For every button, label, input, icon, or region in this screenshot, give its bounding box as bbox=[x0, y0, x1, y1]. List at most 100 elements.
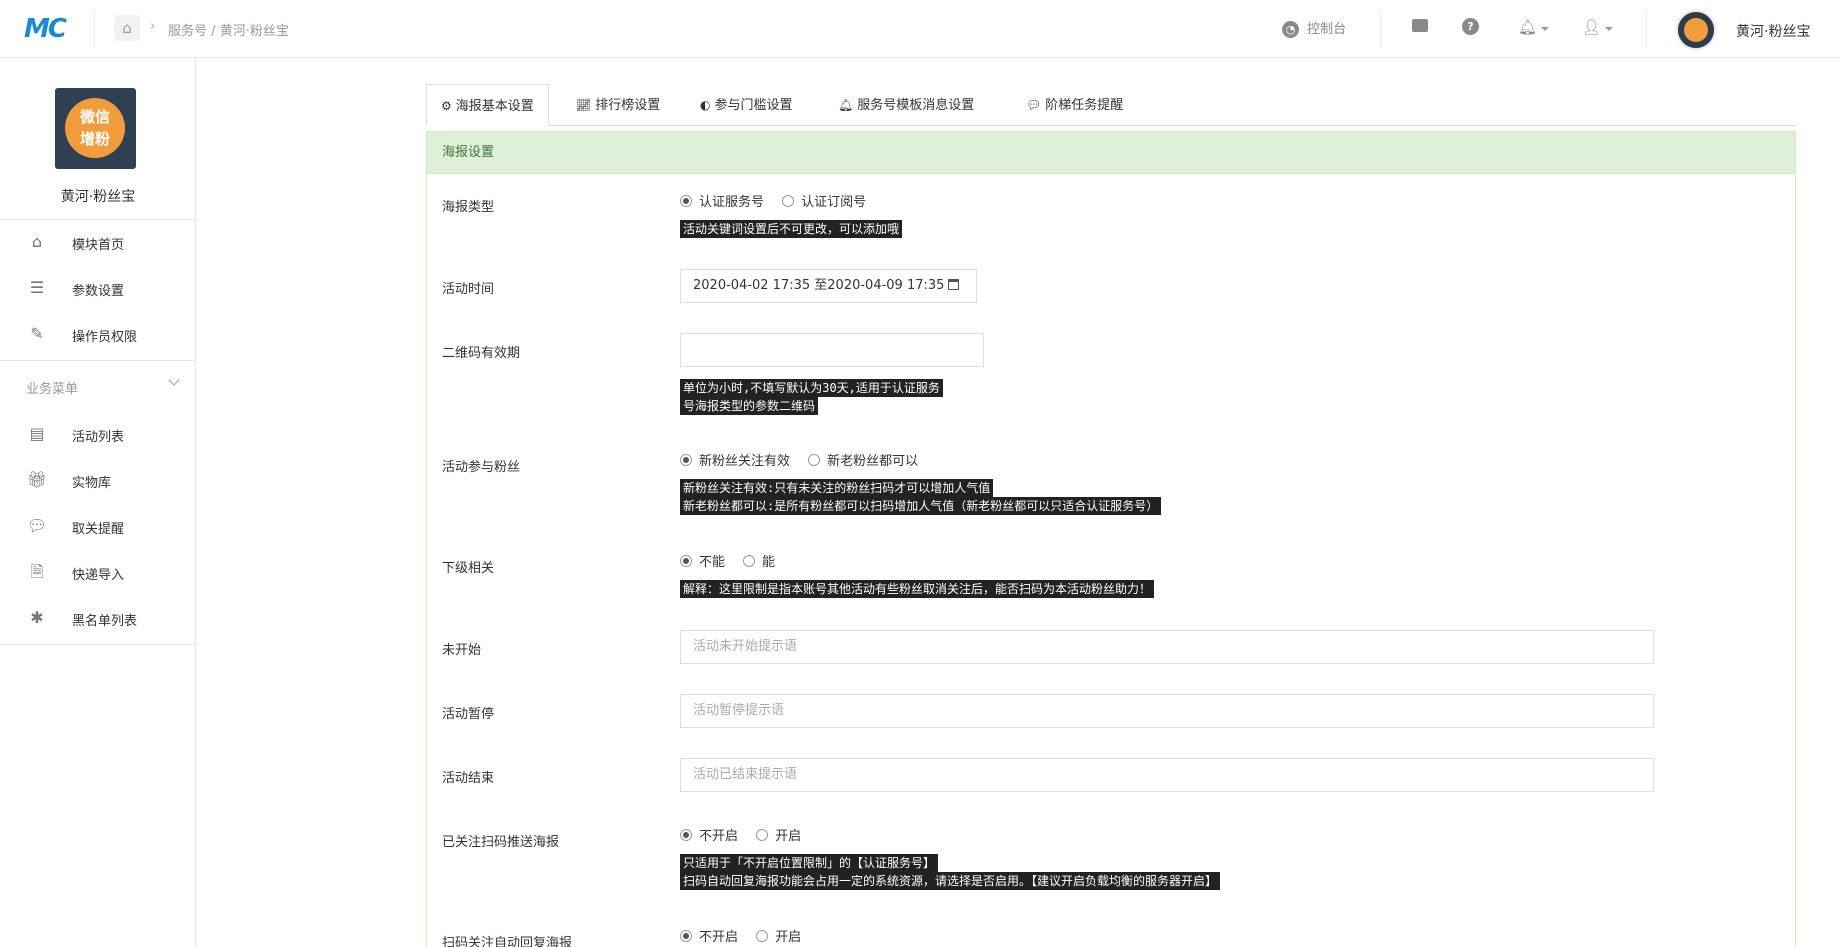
radio-button[interactable] bbox=[756, 930, 769, 942]
radio-button[interactable] bbox=[743, 555, 756, 567]
tab-threshold[interactable]: ◐ 参与门槛设置 bbox=[686, 84, 807, 126]
console-link[interactable]: ◔ 控制台 bbox=[1282, 18, 1346, 38]
radio-button[interactable] bbox=[680, 930, 692, 942]
avatar-text-line1: 微信 bbox=[79, 108, 110, 126]
radio-option[interactable]: 能 bbox=[743, 555, 775, 570]
sidebar-item-params[interactable]: ☰ 参数设置 bbox=[0, 268, 196, 308]
auto-reply-label: 扫码关注自动回复海报 bbox=[442, 936, 573, 947]
tab-label: 排行榜设置 bbox=[595, 98, 661, 113]
radio-button[interactable] bbox=[680, 454, 692, 466]
divider bbox=[94, 10, 95, 48]
radio-option[interactable]: 开启 bbox=[756, 930, 801, 945]
tab-label: 海报基本设置 bbox=[455, 99, 534, 114]
hint-text: 活动关键词设置后不可更改，可以添加哦 bbox=[680, 220, 903, 238]
radio-option[interactable]: 新粉丝关注有效 bbox=[680, 454, 790, 469]
chevron-down-icon bbox=[1605, 26, 1614, 31]
sidebar-item-label: 操作员权限 bbox=[72, 330, 138, 345]
tab-leaderboard[interactable]: 📈︎ 排行榜设置 bbox=[562, 84, 674, 126]
sidebar-item-operators[interactable]: ✎ 操作员权限 bbox=[0, 314, 196, 354]
hint-text: 单位为小时,不填写默认为30天,适用于认证服务 bbox=[680, 379, 943, 397]
sidebar-item-gift-library[interactable]: 🎁︎ 实物库 bbox=[0, 460, 196, 500]
hint-text: 新老粉丝都可以:是所有粉丝都可以扫码增加人气值（新老粉丝都可以只适合认证服务号） bbox=[680, 497, 1162, 515]
user-icon: 👤︎ bbox=[1582, 18, 1602, 36]
sidebar: 微信 增粉 黄河·粉丝宝 ⌂ 模块首页 ☰ 参数设置 ✎ 操作员权限 业务菜单 … bbox=[0, 58, 196, 947]
activity-time-picker[interactable]: 2020-04-02 17:35 至2020-04-09 17:35 bbox=[680, 269, 977, 303]
sidebar-item-express-import[interactable]: 🗎 快递导入 bbox=[0, 552, 196, 592]
divider bbox=[0, 644, 196, 645]
participants-radio-group: 新粉丝关注有效 新老粉丝都可以 bbox=[680, 450, 932, 469]
sidebar-item-unfollow-reminder[interactable]: 💬︎ 取关提醒 bbox=[0, 506, 196, 546]
poster-type-label: 海报类型 bbox=[442, 200, 495, 215]
tab-template-message[interactable]: 🔔︎ 服务号模板消息设置 bbox=[824, 84, 988, 126]
radio-button[interactable] bbox=[756, 829, 769, 841]
qr-validity-label: 二维码有效期 bbox=[442, 346, 521, 361]
radio-option[interactable]: 认证服务号 bbox=[680, 195, 764, 210]
bell-icon: 🔔︎ bbox=[838, 98, 854, 112]
ended-label: 活动结束 bbox=[442, 771, 495, 786]
radio-option[interactable]: 新老粉丝都可以 bbox=[808, 454, 918, 469]
avatar-badge bbox=[1684, 18, 1708, 42]
radio-label: 能 bbox=[762, 555, 776, 570]
console-label: 控制台 bbox=[1307, 22, 1347, 37]
tab-poster-basic[interactable]: ⚙ 海报基本设置 bbox=[426, 84, 549, 126]
user-name[interactable]: 黄河·粉丝宝 bbox=[1736, 21, 1810, 41]
tab-ladder-task[interactable]: 💬︎ 阶梯任务提醒 bbox=[1012, 84, 1137, 126]
sidebar-item-module-home[interactable]: ⌂ 模块首页 bbox=[0, 222, 196, 262]
chevron-down-icon bbox=[1541, 26, 1550, 31]
sidebar-group-label[interactable]: 业务菜单 bbox=[26, 378, 78, 397]
user-menu-button[interactable]: 👤︎ bbox=[1582, 18, 1614, 36]
radio-button[interactable] bbox=[680, 195, 692, 207]
ended-input[interactable]: 活动已结束提示语 bbox=[680, 758, 1654, 792]
radio-button[interactable] bbox=[680, 829, 692, 841]
qr-validity-input[interactable] bbox=[680, 333, 984, 367]
account-name: 黄河·粉丝宝 bbox=[60, 189, 136, 205]
divider bbox=[1380, 10, 1381, 48]
settings-tabs: ⚙ 海报基本设置 📈︎ 排行榜设置 ◐ 参与门槛设置 🔔︎ 服务号模板消息设置 💬︎ 阶梯… bbox=[426, 84, 1796, 126]
participants-hint: 新粉丝关注有效:只有未关注的粉丝扫码才可以增加人气值 新老粉丝都可以:是所有粉丝… bbox=[680, 479, 1162, 515]
home-icon[interactable]: ⌂ bbox=[114, 15, 140, 41]
hint-text: 只适用于「不开启位置限制」的【认证服务号】 bbox=[680, 854, 939, 872]
sidebar-item-label: 快递导入 bbox=[72, 568, 125, 583]
radio-label: 认证订阅号 bbox=[801, 195, 867, 210]
top-bar: MC ⌂ › 服务号 / 黄河·粉丝宝 ◔ 控制台 ? 🔔︎ 👤︎ 黄河·粉丝宝 bbox=[0, 0, 1840, 58]
tab-label: 参与门槛设置 bbox=[714, 98, 793, 113]
hint-text: 扫码自动回复海报功能会占用一定的系统资源，请选择是否启用。【建议开启负载均衡的服… bbox=[680, 872, 1221, 890]
avatar[interactable] bbox=[1676, 10, 1716, 50]
chat-icon: 💬︎ bbox=[26, 516, 48, 535]
not-started-input[interactable]: 活动未开始提示语 bbox=[680, 630, 1654, 664]
radio-label: 不能 bbox=[699, 555, 726, 570]
sidebar-item-label: 黑名单列表 bbox=[72, 614, 138, 629]
chevron-down-icon[interactable] bbox=[168, 374, 180, 386]
notifications-button[interactable]: 🔔︎ bbox=[1518, 18, 1550, 36]
store-button[interactable] bbox=[1412, 19, 1428, 36]
gift-icon: 🎁︎ bbox=[26, 470, 48, 489]
poster-type-radio-group: 认证服务号 认证订阅号 bbox=[680, 191, 880, 210]
sidebar-item-label: 模块首页 bbox=[72, 238, 125, 253]
edit-doc-icon: ✎ bbox=[30, 324, 44, 343]
radio-option[interactable]: 不开启 bbox=[680, 829, 738, 844]
help-button[interactable]: ? bbox=[1462, 18, 1479, 35]
help-icon: ? bbox=[1462, 18, 1479, 35]
file-icon: 🗎 bbox=[30, 562, 44, 581]
calendar-icon bbox=[948, 279, 960, 290]
radio-option[interactable]: 认证订阅号 bbox=[782, 195, 866, 210]
sidebar-item-blacklist[interactable]: ✱ 黑名单列表 bbox=[0, 598, 196, 638]
radio-option[interactable]: 不开启 bbox=[680, 930, 738, 945]
breadcrumb-parent[interactable]: 服务号 bbox=[168, 24, 207, 39]
sidebar-item-activity-list[interactable]: ▤ 活动列表 bbox=[0, 414, 196, 454]
hint-text: 新粉丝关注有效:只有未关注的粉丝扫码才可以增加人气值 bbox=[680, 479, 994, 497]
paused-input[interactable]: 活动暂停提示语 bbox=[680, 694, 1654, 728]
radio-button[interactable] bbox=[680, 555, 692, 567]
radio-button[interactable] bbox=[782, 195, 795, 207]
breadcrumb-current: 黄河·粉丝宝 bbox=[219, 24, 289, 39]
radio-option[interactable]: 不能 bbox=[680, 555, 725, 570]
radio-option[interactable]: 开启 bbox=[756, 829, 801, 844]
sidebar-item-label: 活动列表 bbox=[72, 430, 125, 445]
radio-label: 开启 bbox=[775, 930, 802, 945]
poster-settings-panel: 海报设置 bbox=[426, 131, 1796, 947]
logo[interactable]: MC bbox=[24, 14, 76, 44]
dashboard-icon: ◔ bbox=[1282, 21, 1299, 38]
line-chart-icon: 📈︎ bbox=[576, 98, 592, 112]
radio-button[interactable] bbox=[808, 454, 821, 466]
poster-type-hint: 活动关键词设置后不可更改，可以添加哦 bbox=[680, 220, 903, 238]
